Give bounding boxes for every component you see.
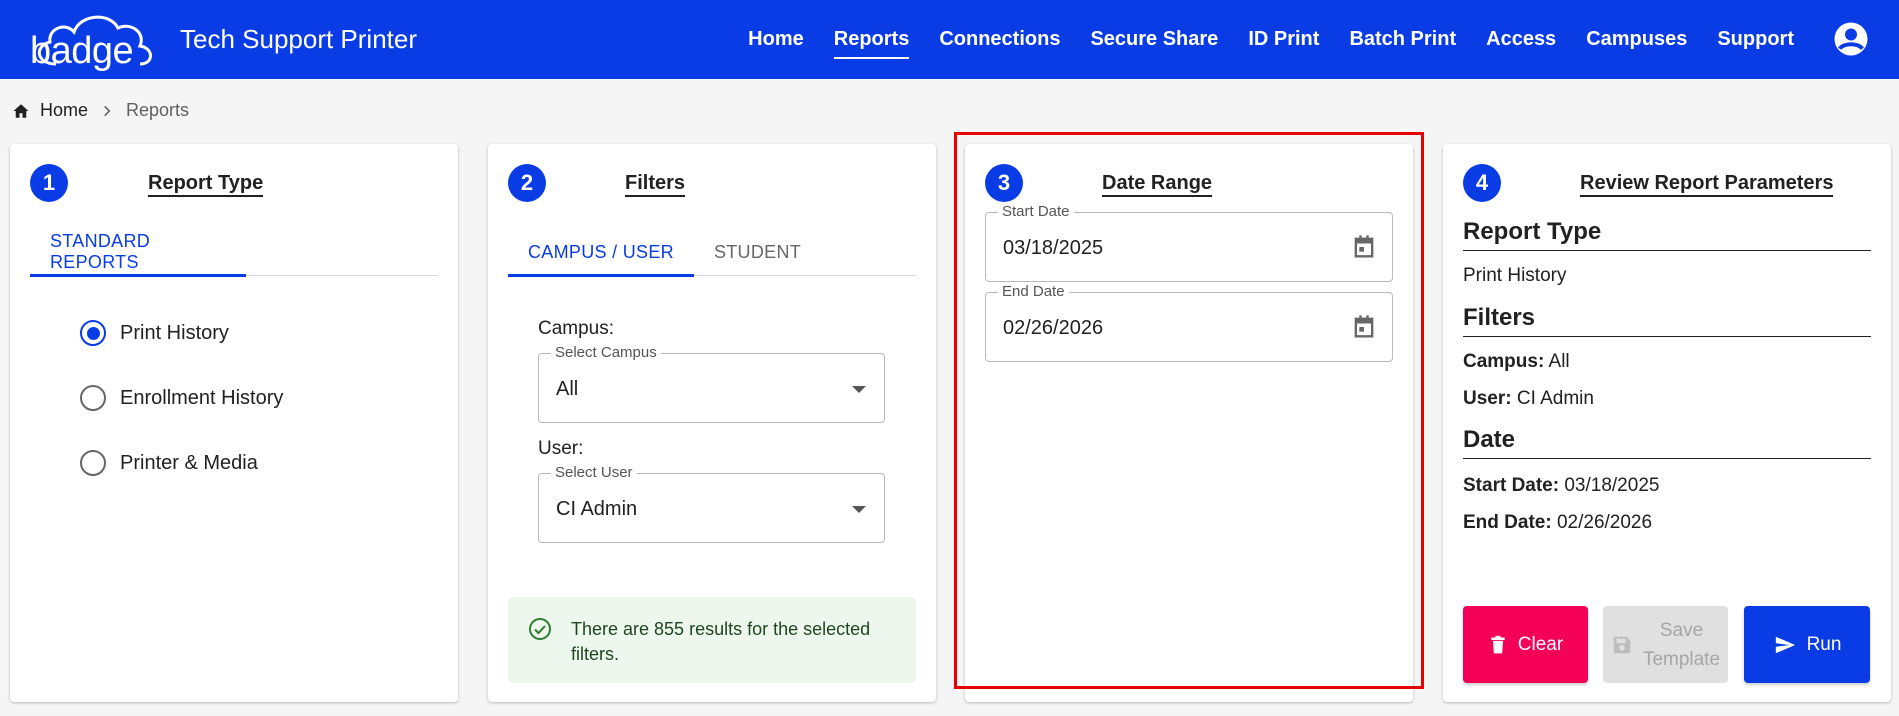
user-label: User: xyxy=(538,438,584,459)
review-start-date: Start Date: 03/18/2025 xyxy=(1463,475,1659,497)
campus-label: Campus: xyxy=(538,318,615,339)
nav-campuses[interactable]: Campuses xyxy=(1571,0,1702,79)
run-button[interactable]: Run xyxy=(1744,606,1870,683)
date-range-card: 3 Date Range Start Date 03/18/2025 End D… xyxy=(965,144,1413,702)
logo-text: badge xyxy=(30,30,134,72)
review-user-key: User: xyxy=(1463,388,1512,409)
user-select-value: CI Admin xyxy=(556,498,638,520)
nav-batch-print[interactable]: Batch Print xyxy=(1334,0,1471,79)
nav-support[interactable]: Support xyxy=(1702,0,1809,79)
review-filters-heading: Filters xyxy=(1463,304,1871,337)
review-campus: Campus: All xyxy=(1463,351,1570,373)
radio-checked-icon[interactable] xyxy=(80,320,106,346)
chevron-right-icon xyxy=(100,104,114,118)
calendar-icon[interactable] xyxy=(1350,233,1378,261)
filters-card: 2 Filters CAMPUS / USER STUDENT Campus: … xyxy=(488,144,936,702)
radio-unchecked-icon[interactable] xyxy=(80,385,106,411)
review-report-type-value: Print History xyxy=(1463,265,1567,286)
dropdown-arrow-icon[interactable] xyxy=(852,386,866,393)
nav-secure-share[interactable]: Secure Share xyxy=(1075,0,1233,79)
tab-campus-user[interactable]: CAMPUS / USER xyxy=(508,228,694,277)
review-title: Review Report Parameters xyxy=(1580,172,1834,197)
dropdown-arrow-icon[interactable] xyxy=(852,506,866,513)
campus-select-legend: Select Campus xyxy=(551,344,661,361)
calendar-icon[interactable] xyxy=(1350,313,1378,341)
run-button-label: Run xyxy=(1806,633,1842,655)
review-user-value: CI Admin xyxy=(1516,388,1594,409)
review-campus-key: Campus: xyxy=(1463,351,1545,372)
radio-unchecked-icon[interactable] xyxy=(80,450,106,476)
send-icon xyxy=(1775,636,1795,653)
campus-select[interactable]: Select Campus All xyxy=(538,344,885,423)
save-label-line1: Save xyxy=(1659,619,1704,641)
tab-student[interactable]: STUDENT xyxy=(694,228,821,276)
step-badge-1: 1 xyxy=(30,164,68,202)
step-badge-3: 3 xyxy=(985,164,1023,202)
nav-reports[interactable]: Reports xyxy=(819,0,925,79)
review-user: User: CI Admin xyxy=(1463,388,1594,410)
review-start-value: 03/18/2025 xyxy=(1564,475,1660,496)
step-badge-2: 2 xyxy=(508,164,546,202)
top-app-bar: badge Tech Support Printer Home Reports … xyxy=(0,0,1899,79)
review-report-type-heading: Report Type xyxy=(1463,218,1871,251)
radio-print-history[interactable]: Print History xyxy=(80,320,229,346)
report-type-title: Report Type xyxy=(148,172,264,197)
clear-button[interactable]: Clear xyxy=(1463,606,1588,683)
check-circle-icon xyxy=(529,618,551,640)
review-end-date: End Date: 02/26/2026 xyxy=(1463,512,1652,534)
date-range-title: Date Range xyxy=(1102,172,1213,197)
step-badge-4: 4 xyxy=(1463,164,1501,202)
trash-icon xyxy=(1491,635,1505,653)
clear-button-label: Clear xyxy=(1517,633,1564,655)
app-title: Tech Support Printer xyxy=(180,24,418,54)
filters-tabs: CAMPUS / USER STUDENT xyxy=(508,228,916,277)
breadcrumb-current: Reports xyxy=(126,100,190,120)
review-date-heading: Date xyxy=(1463,426,1871,459)
radio-enrollment-history[interactable]: Enrollment History xyxy=(80,385,283,411)
results-alert: There are 855 results for the selected f… xyxy=(508,597,916,683)
report-type-tabs: STANDARD REPORTS xyxy=(30,228,438,277)
results-message: There are 855 results for the selected f… xyxy=(571,619,871,664)
save-icon xyxy=(1613,636,1631,653)
save-template-button[interactable]: Save Template xyxy=(1603,606,1728,683)
end-date-value: 02/26/2026 xyxy=(1003,317,1104,339)
review-end-key: End Date: xyxy=(1463,512,1552,533)
start-date-field[interactable]: Start Date 03/18/2025 xyxy=(985,203,1393,282)
breadcrumb: Home Reports xyxy=(12,100,189,121)
nav-id-print[interactable]: ID Print xyxy=(1233,0,1334,79)
tab-standard-reports[interactable]: STANDARD REPORTS xyxy=(30,228,246,277)
breadcrumb-home-label: Home xyxy=(40,100,89,120)
review-campus-value: All xyxy=(1548,351,1570,372)
start-date-value: 03/18/2025 xyxy=(1003,237,1104,259)
account-circle-icon[interactable] xyxy=(1833,21,1869,57)
radio-label: Print History xyxy=(120,321,229,344)
review-end-value: 02/26/2026 xyxy=(1556,512,1653,533)
breadcrumb-home[interactable]: Home xyxy=(12,100,88,121)
save-template-label: Save Template xyxy=(1643,616,1720,674)
nav-home[interactable]: Home xyxy=(733,0,819,79)
end-date-legend: End Date xyxy=(998,283,1069,300)
radio-label: Printer & Media xyxy=(120,451,258,474)
campus-select-value: All xyxy=(556,378,579,400)
radio-printer-media[interactable]: Printer & Media xyxy=(80,450,258,476)
nav-access[interactable]: Access xyxy=(1471,0,1571,79)
badge-logo[interactable]: badge xyxy=(26,6,166,72)
start-date-legend: Start Date xyxy=(998,203,1074,220)
end-date-field[interactable]: End Date 02/26/2026 xyxy=(985,283,1393,362)
filters-title: Filters xyxy=(625,172,686,197)
report-type-card: 1 Report Type STANDARD REPORTS Print His… xyxy=(10,144,458,702)
nav-connections[interactable]: Connections xyxy=(924,0,1075,79)
review-start-key: Start Date: xyxy=(1463,475,1560,496)
save-label-line2: Template xyxy=(1642,648,1721,670)
user-select[interactable]: Select User CI Admin xyxy=(538,464,885,543)
user-select-legend: Select User xyxy=(551,464,637,481)
radio-label: Enrollment History xyxy=(120,386,284,409)
home-icon xyxy=(13,103,29,118)
main-nav: Home Reports Connections Secure Share ID… xyxy=(733,0,1809,79)
review-card: 4 Review Report Parameters Report Type P… xyxy=(1443,144,1891,702)
